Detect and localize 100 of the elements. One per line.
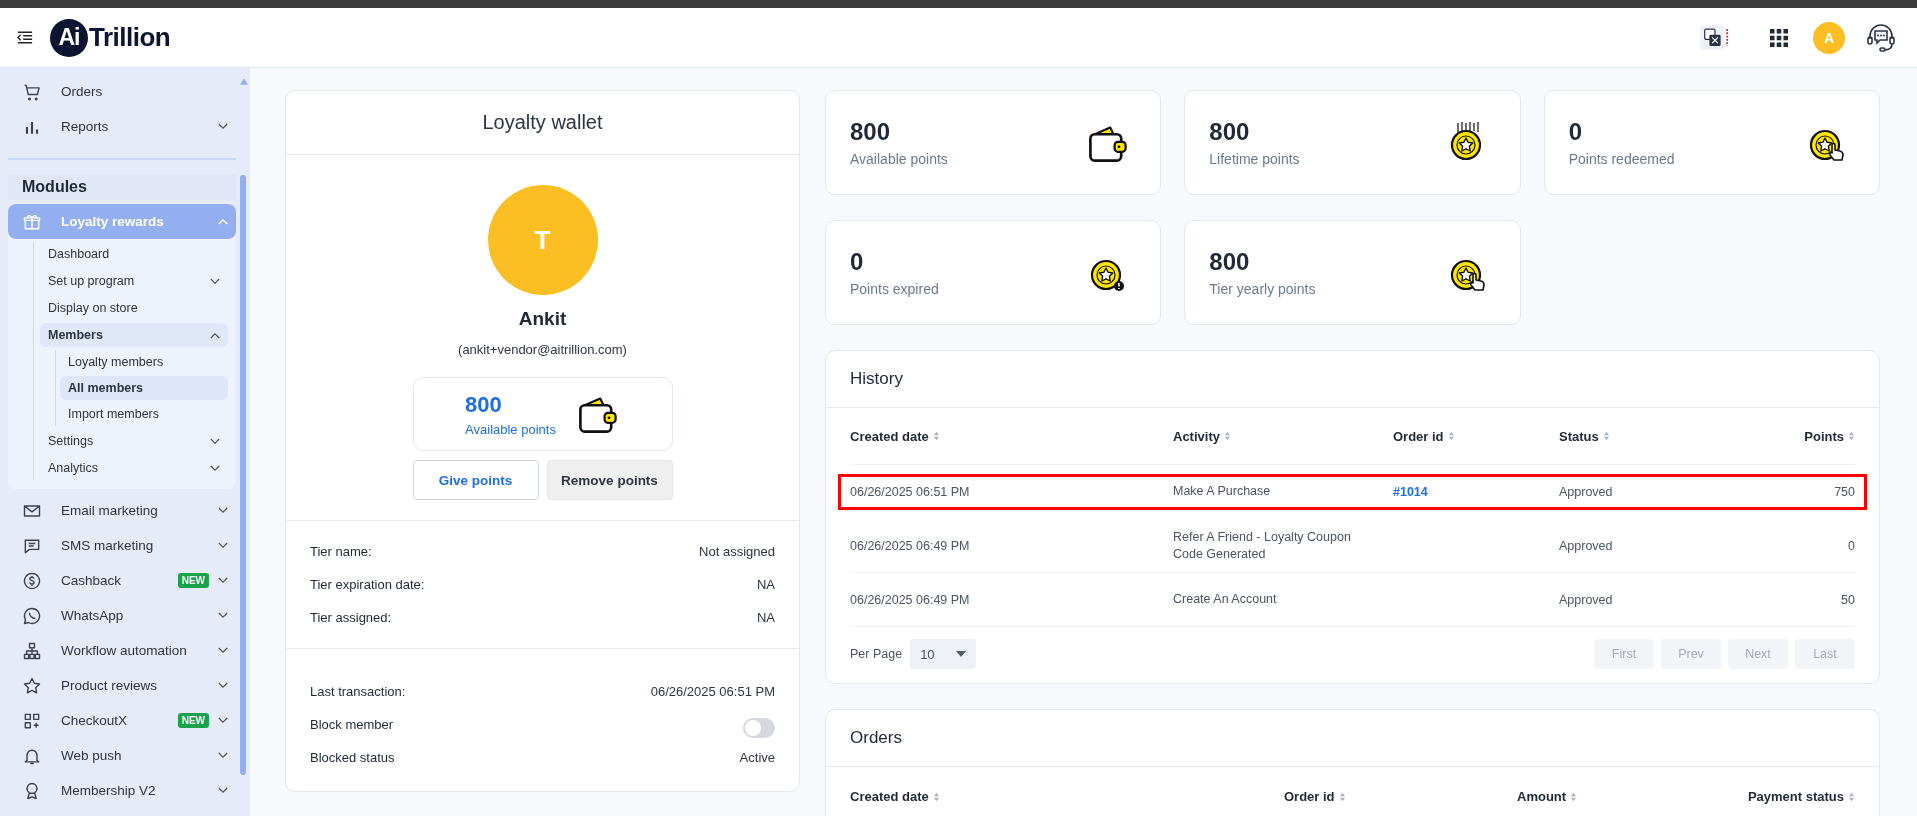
sort-icon[interactable] [932, 431, 940, 441]
sidebar-item[interactable]: Reports [8, 109, 236, 144]
stat-value: 0 [850, 248, 865, 276]
sidebar-item[interactable]: SMS marketing [8, 528, 236, 563]
per-page-label: Per Page [850, 647, 903, 661]
chevron-icon [218, 787, 228, 794]
sidebar-item[interactable]: Web push [8, 738, 236, 773]
column-header[interactable]: Created date [850, 789, 1284, 804]
sort-icon[interactable] [1848, 431, 1855, 441]
sidebar-item[interactable]: Orders [8, 74, 236, 109]
chevron-icon [210, 437, 220, 445]
card-title: Loyalty wallet [286, 91, 799, 155]
dollar-coin-icon [22, 570, 42, 591]
sidebar-item[interactable]: Email marketing [8, 493, 236, 528]
remove-points-button[interactable]: Remove points [546, 460, 673, 500]
column-header[interactable]: Created date [850, 428, 1173, 444]
table-cell-text: Make A Purchase [1173, 483, 1272, 500]
table-cell-text: 06/26/2025 06:49 PM [850, 592, 971, 607]
member-name: Ankit [518, 308, 567, 330]
sidebar-item[interactable]: Workflow automation [8, 633, 236, 668]
table-cell-text: Approved [1559, 484, 1614, 499]
apps-grid-icon[interactable] [1770, 28, 1788, 47]
column-header[interactable]: Activity [1173, 428, 1393, 444]
sort-icon[interactable] [1602, 431, 1610, 441]
submenu-item[interactable]: Analytics [40, 456, 228, 480]
detail-label: Tier expiration date: [310, 577, 425, 592]
submenu-item[interactable]: Display on store [40, 296, 228, 320]
column-header[interactable]: Amount [1517, 789, 1655, 804]
phone-bubble-icon [22, 605, 42, 626]
stat-label: Lifetime points [1209, 151, 1300, 167]
card-title: Orders [826, 710, 1879, 767]
table-cell-text: Refer A Friend - Loyalty Coupon Code Generated [1173, 529, 1352, 562]
column-header[interactable]: Points [1735, 428, 1855, 444]
table-cell-text: Create An Account [1173, 591, 1278, 608]
order-link[interactable]: #1014 [1393, 484, 1428, 499]
member-email: (ankit+vendor@aitrillion.com) [458, 342, 627, 357]
sort-icon[interactable] [1338, 791, 1346, 802]
chevron-icon [210, 331, 220, 339]
star-icon [22, 675, 42, 696]
scroll-up-arrow-icon[interactable] [240, 78, 248, 85]
column-header[interactable]: Payment status [1655, 789, 1855, 804]
column-header[interactable]: Order id [1393, 428, 1559, 444]
table-cell-text: 50 [1840, 592, 1855, 607]
sort-icon[interactable] [1447, 431, 1455, 441]
sitemap-icon [22, 640, 42, 661]
card-title: History [826, 351, 1879, 408]
sort-icon[interactable] [1848, 791, 1855, 802]
chevron-icon [218, 752, 228, 759]
stat-label: Points redeemed [1568, 151, 1675, 167]
stat-label: Points expired [850, 281, 939, 297]
submenu-item[interactable]: Import members [60, 402, 228, 426]
sort-icon[interactable] [1570, 791, 1578, 802]
stat-value: 800 [1209, 248, 1251, 276]
sidebar-item[interactable]: CheckoutX NEW [8, 703, 236, 738]
submenu-item[interactable]: Settings [40, 429, 228, 453]
caret-icon [956, 651, 967, 657]
translate-icon[interactable] [1700, 25, 1730, 50]
chevron-icon [218, 577, 228, 584]
logo-text: Trillion [89, 22, 171, 53]
chevron-icon [218, 218, 228, 225]
new-badge: NEW [177, 713, 209, 728]
scrollbar-thumb[interactable] [240, 175, 246, 775]
chevron-icon [218, 647, 228, 654]
sidebar-item[interactable]: Cashback NEW [8, 563, 236, 598]
submenu-item[interactable]: All members [60, 376, 228, 400]
sort-icon[interactable] [1223, 431, 1231, 441]
chevron-icon [218, 717, 228, 724]
chevron-icon [218, 612, 228, 619]
chevron-icon [210, 464, 220, 472]
detail-value: NA [756, 610, 775, 625]
chevron-icon [218, 682, 228, 689]
sidebar-item[interactable]: WhatsApp [8, 598, 236, 633]
headset-chat-icon[interactable] [1865, 21, 1897, 54]
submenu-item[interactable]: Set up program [40, 269, 228, 293]
chevron-icon [218, 507, 228, 514]
member-avatar: T [487, 185, 598, 295]
submenu-item[interactable]: Members [40, 323, 228, 347]
sidebar-item[interactable]: Product reviews [8, 668, 236, 703]
detail-value: Not assigned [699, 544, 775, 559]
detail-value: Active [739, 750, 775, 765]
chevron-icon [218, 123, 228, 130]
give-points-button[interactable]: Give points [412, 460, 539, 500]
section-heading: Modules [8, 174, 236, 200]
detail-value: 06/26/2025 06:51 PM [650, 684, 775, 699]
submenu-item[interactable]: Loyalty members [60, 350, 228, 374]
column-header[interactable]: Status [1559, 428, 1735, 444]
chevron-icon [210, 277, 220, 285]
sidebar-item[interactable]: Membership V2 [8, 773, 236, 808]
points-value: 800 [465, 391, 503, 418]
block-member-toggle[interactable] [743, 717, 775, 738]
table-cell-text: 750 [1833, 484, 1855, 499]
column-header[interactable]: Order id [1284, 789, 1517, 804]
menu-icon[interactable] [17, 31, 33, 44]
submenu-item[interactable]: Dashboard [40, 242, 228, 266]
per-page-select[interactable]: 10 [910, 639, 977, 669]
table-cell-text: 0 [1847, 538, 1855, 553]
table-cell-text: 06/26/2025 06:49 PM [850, 538, 971, 553]
sort-icon[interactable] [932, 791, 940, 802]
points-label: Available points [465, 421, 556, 437]
stat-value: 0 [1568, 118, 1583, 146]
